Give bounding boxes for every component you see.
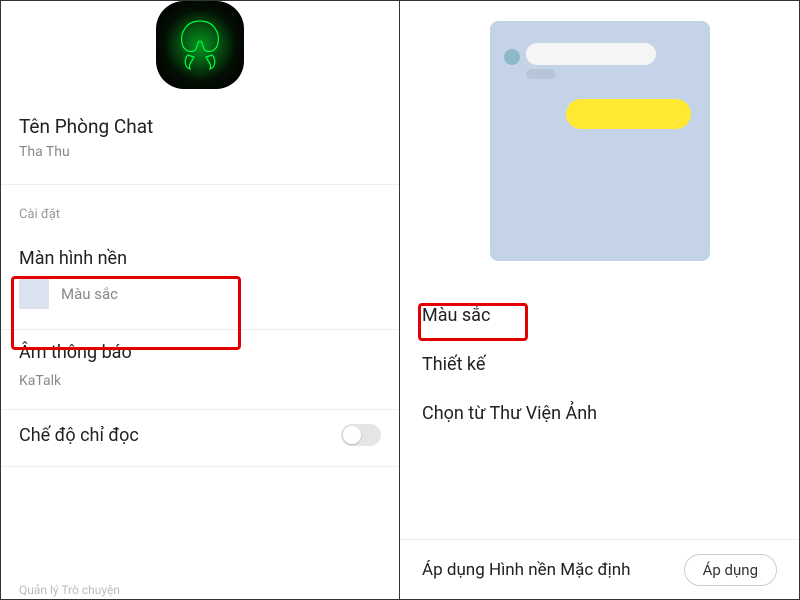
preview-incoming-bubble: [526, 43, 656, 65]
read-only-setting[interactable]: Chế độ chỉ đọc: [1, 410, 399, 460]
wallpaper-picker-panel: Màu sắc Thiết kế Chọn từ Thư Viện Ảnh Áp…: [400, 1, 799, 599]
chat-avatar[interactable]: [156, 1, 244, 89]
manage-chat-label: Quản lý Trò chuyện: [19, 583, 120, 597]
room-name-value: Tha Thu: [19, 144, 381, 160]
wallpaper-options-list: Màu sắc Thiết kế Chọn từ Thư Viện Ảnh: [400, 291, 799, 438]
bottom-bar: Áp dụng Hình nền Mặc định Áp dụng: [400, 539, 799, 599]
avatar-container: [1, 1, 399, 89]
notification-title: Âm thông báo: [19, 342, 381, 363]
option-design[interactable]: Thiết kế: [422, 340, 777, 389]
option-color[interactable]: Màu sắc: [422, 291, 777, 340]
notification-sound-setting[interactable]: Âm thông báo KaTalk: [1, 330, 399, 403]
preview-outgoing-bubble: [566, 99, 691, 129]
razer-logo-icon: [168, 13, 232, 77]
chat-settings-panel: Tên Phòng Chat Tha Thu Cài đặt Màn hình …: [1, 1, 400, 599]
wallpaper-setting[interactable]: Màn hình nền Màu sắc: [1, 236, 399, 323]
apply-button[interactable]: Áp dụng: [684, 554, 777, 586]
wallpaper-title: Màn hình nền: [19, 248, 381, 269]
apply-default-label[interactable]: Áp dụng Hình nền Mặc định: [422, 560, 631, 580]
wallpaper-value: Màu sắc: [61, 285, 118, 303]
read-only-toggle[interactable]: [341, 424, 381, 446]
divider: [1, 466, 399, 467]
room-name-section[interactable]: Tên Phòng Chat Tha Thu: [1, 89, 399, 178]
room-name-label: Tên Phòng Chat: [19, 115, 381, 138]
wallpaper-preview: [400, 1, 799, 291]
chat-preview-card: [490, 21, 710, 261]
option-gallery[interactable]: Chọn từ Thư Viện Ảnh: [422, 389, 777, 438]
notification-value: KaTalk: [19, 373, 381, 389]
settings-section-header: Cài đặt: [1, 185, 399, 236]
read-only-title: Chế độ chỉ đọc: [19, 425, 139, 446]
preview-incoming-bubble-small: [526, 69, 556, 79]
preview-avatar-icon: [504, 49, 520, 65]
color-swatch-icon: [19, 279, 49, 309]
